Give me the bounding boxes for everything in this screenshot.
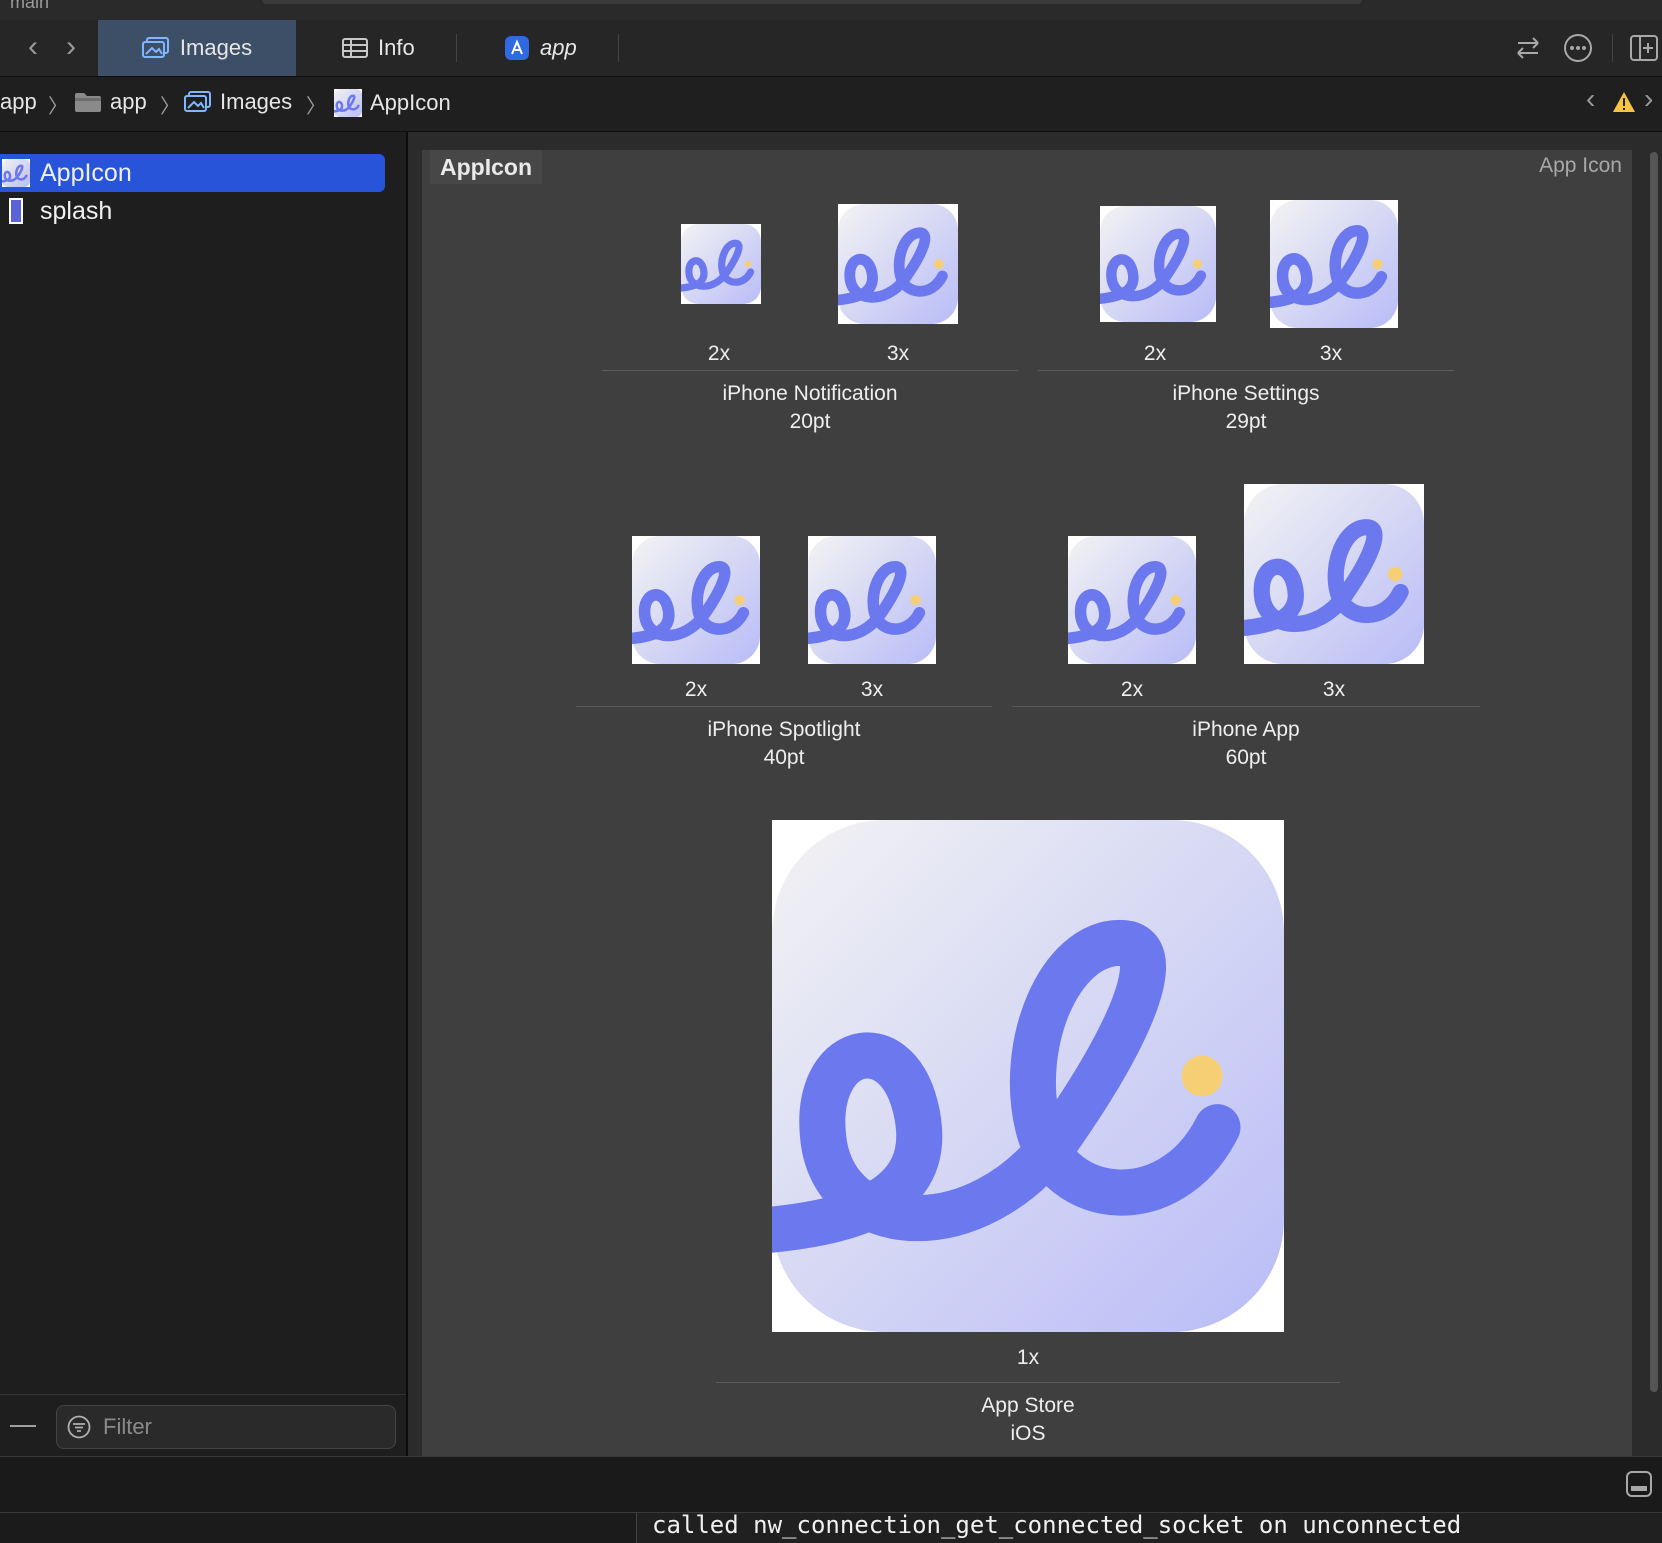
sidebar-item-splash[interactable]: splash bbox=[0, 192, 112, 230]
breadcrumb-label: AppIcon bbox=[370, 90, 451, 115]
breadcrumb: app 〉 app 〉 Images 〉 AppIcon ‹ › bbox=[0, 77, 1662, 132]
chevron-right-icon[interactable]: › bbox=[56, 30, 86, 66]
tab-info-label: Info bbox=[378, 35, 415, 60]
group-divider bbox=[1012, 706, 1480, 707]
more-icon[interactable] bbox=[1562, 32, 1594, 64]
breadcrumb-label: app bbox=[110, 89, 147, 114]
breadcrumb-item-folder[interactable]: app bbox=[74, 89, 147, 115]
folder-icon bbox=[75, 93, 101, 112]
scale-label: 1x bbox=[1016, 1346, 1040, 1369]
scale-label: 3x bbox=[1319, 342, 1343, 365]
tab-app-label: app bbox=[540, 35, 577, 60]
breadcrumb-item-project[interactable]: app bbox=[0, 89, 37, 115]
asset-sidebar: AppIcon splash bbox=[0, 132, 408, 1456]
variables-view bbox=[0, 1513, 637, 1543]
tab-separator bbox=[456, 34, 457, 62]
group-divider bbox=[1038, 370, 1454, 371]
group-label-spotlight: iPhone Spotlight 40pt bbox=[576, 716, 992, 772]
asset-type-label: App Icon bbox=[1539, 154, 1622, 177]
group-name: iPhone Settings bbox=[1172, 382, 1320, 405]
toggle-debug-area-icon[interactable] bbox=[1626, 1471, 1652, 1497]
breadcrumb-separator-icon: 〉 bbox=[306, 96, 326, 118]
group-size: iOS bbox=[1010, 1422, 1046, 1445]
panel-icon[interactable] bbox=[1628, 32, 1660, 64]
group-size: 60pt bbox=[1225, 746, 1267, 769]
sidebar-filter-bar bbox=[0, 1394, 406, 1457]
filter-field[interactable] bbox=[56, 1405, 396, 1449]
group-divider bbox=[716, 1382, 1340, 1383]
chevron-left-icon[interactable]: ‹ bbox=[18, 30, 48, 66]
scale-label: 2x bbox=[707, 342, 731, 365]
scale-label: 2x bbox=[684, 678, 708, 701]
warning-icon[interactable] bbox=[1612, 91, 1636, 113]
icon-slot-app-2x[interactable] bbox=[1068, 536, 1196, 664]
icon-slot-appstore-1x[interactable] bbox=[772, 820, 1284, 1332]
group-name: iPhone App bbox=[1192, 718, 1300, 741]
app-icon-set-panel: AppIcon App Icon 2x 3x iPhone Notificati… bbox=[422, 150, 1632, 1456]
console-area: called nw_connection_get_connected_socke… bbox=[0, 1511, 1662, 1543]
window-title: main bbox=[10, 0, 50, 12]
group-name: iPhone Notification bbox=[722, 382, 898, 405]
group-size: 29pt bbox=[1225, 410, 1267, 433]
chevron-right-icon[interactable]: › bbox=[1644, 83, 1653, 115]
breadcrumb-item-appicon[interactable]: AppIcon bbox=[334, 89, 451, 117]
tab-app[interactable]: app bbox=[504, 20, 577, 76]
console-output: called nw_connection_get_connected_socke… bbox=[652, 1511, 1462, 1539]
breadcrumb-label: app bbox=[0, 89, 37, 114]
icon-slot-app-3x[interactable] bbox=[1244, 484, 1424, 664]
group-label-app: iPhone App 60pt bbox=[1012, 716, 1480, 772]
group-name: iPhone Spotlight bbox=[707, 718, 861, 741]
table-icon bbox=[342, 38, 368, 58]
breadcrumb-item-images[interactable]: Images bbox=[184, 89, 292, 115]
images-icon bbox=[141, 37, 169, 58]
images-icon bbox=[184, 91, 211, 112]
editor-tab-bar: ‹ › Images Info app bbox=[0, 20, 1662, 77]
group-size: 40pt bbox=[763, 746, 805, 769]
tab-separator bbox=[618, 34, 619, 62]
chevron-left-icon[interactable]: ‹ bbox=[1586, 83, 1595, 115]
tab-info[interactable]: Info bbox=[342, 20, 415, 76]
tab-images[interactable]: Images bbox=[98, 20, 296, 76]
editor-scrollbar[interactable] bbox=[1650, 152, 1658, 1392]
filter-input[interactable] bbox=[101, 1406, 385, 1448]
group-name: App Store bbox=[981, 1394, 1075, 1417]
icon-slot-spotlight-2x[interactable] bbox=[632, 536, 760, 664]
group-label-settings: iPhone Settings 29pt bbox=[1038, 380, 1454, 436]
scale-label: 3x bbox=[1322, 678, 1346, 701]
scale-label: 3x bbox=[860, 678, 884, 701]
minus-icon[interactable] bbox=[10, 1425, 36, 1427]
asset-editor: AppIcon App Icon 2x 3x iPhone Notificati… bbox=[408, 132, 1662, 1456]
group-label-notification: iPhone Notification 20pt bbox=[602, 380, 1018, 436]
image-set-icon bbox=[9, 198, 23, 224]
scale-label: 2x bbox=[1143, 342, 1167, 365]
window-top-strip: main bbox=[0, 0, 1662, 21]
tab-images-label: Images bbox=[179, 35, 253, 60]
group-size: 20pt bbox=[789, 410, 831, 433]
breadcrumb-separator-icon: 〉 bbox=[160, 96, 180, 118]
icon-slot-notification-3x[interactable] bbox=[838, 204, 958, 324]
scale-label: 3x bbox=[886, 342, 910, 365]
icon-slot-settings-2x[interactable] bbox=[1100, 206, 1216, 322]
icon-slot-settings-3x[interactable] bbox=[1270, 200, 1398, 328]
swap-icon[interactable] bbox=[1512, 32, 1544, 64]
debug-bar bbox=[0, 1456, 1662, 1513]
group-divider bbox=[602, 370, 1018, 371]
icon-slot-notification-2x[interactable] bbox=[681, 224, 761, 304]
breadcrumb-label: Images bbox=[220, 89, 293, 114]
asset-title: AppIcon bbox=[430, 150, 542, 184]
breadcrumb-separator-icon: 〉 bbox=[48, 96, 68, 118]
sidebar-item-label: splash bbox=[40, 196, 113, 225]
icon-slot-spotlight-3x[interactable] bbox=[808, 536, 936, 664]
filter-icon bbox=[67, 1415, 91, 1439]
appicon-thumbnail-icon bbox=[334, 89, 362, 117]
appicon-thumbnail-icon bbox=[2, 159, 30, 187]
scale-label: 2x bbox=[1120, 678, 1144, 701]
app-icon bbox=[505, 36, 529, 60]
activity-field bbox=[262, 0, 1362, 4]
sidebar-item-appicon[interactable]: AppIcon bbox=[0, 154, 385, 192]
group-divider bbox=[576, 706, 992, 707]
toolbar-separator bbox=[1612, 34, 1613, 62]
group-label-appstore: App Store iOS bbox=[716, 1392, 1340, 1448]
sidebar-item-label: AppIcon bbox=[40, 158, 132, 187]
